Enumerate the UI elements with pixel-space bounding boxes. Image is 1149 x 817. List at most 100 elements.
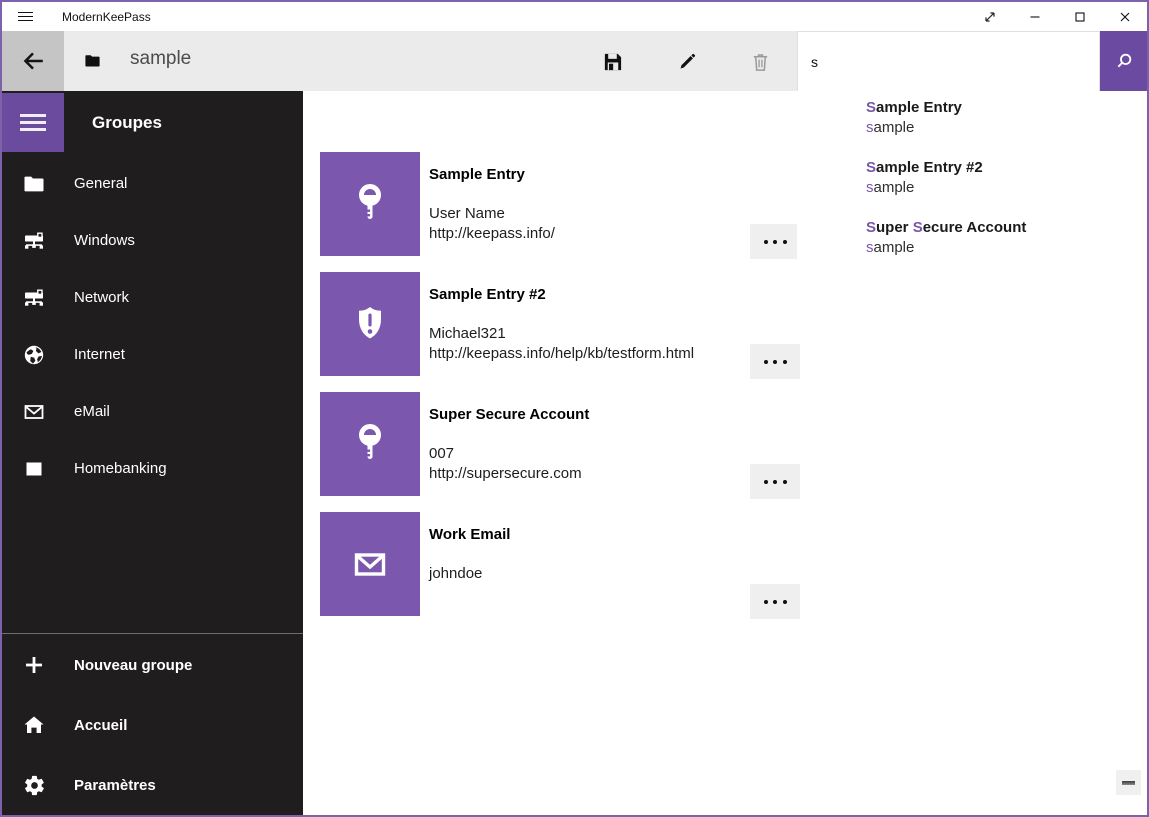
- suggestion-group: sample: [866, 178, 1147, 198]
- settings-button[interactable]: Paramètres: [2, 755, 303, 815]
- entry-url: http://keepass.info/: [429, 224, 745, 244]
- sidebar: Groupes General: [2, 91, 303, 815]
- suggestion-group: sample: [866, 238, 1147, 258]
- hamburger-icon: [18, 9, 33, 24]
- search-box: [797, 31, 1100, 91]
- sidebar-item-network[interactable]: Network: [2, 269, 303, 326]
- search-icon: [1113, 50, 1135, 72]
- entry-text: Sample Entry User Name http://keepass.in…: [429, 152, 745, 244]
- entry-tile: [320, 392, 420, 496]
- page-title: sample: [130, 48, 191, 70]
- fullscreen-button[interactable]: [967, 2, 1012, 31]
- app-window: ModernKeePass: [0, 0, 1149, 817]
- sidebar-item-homebanking[interactable]: Homebanking: [2, 440, 303, 497]
- close-button[interactable]: [1102, 2, 1147, 31]
- database-folder-icon: [84, 53, 101, 73]
- home-icon: [20, 713, 48, 737]
- shield-icon: [346, 300, 394, 348]
- gear-icon: [20, 774, 48, 797]
- app-title: ModernKeePass: [62, 10, 151, 24]
- sidebar-item-label: Network: [74, 289, 129, 306]
- sidebar-divider: [2, 633, 303, 634]
- entry-text: Super Secure Account 007 http://supersec…: [429, 392, 745, 484]
- home-button[interactable]: Accueil: [2, 695, 303, 755]
- key-icon: [346, 420, 394, 468]
- new-group-button[interactable]: Nouveau groupe: [2, 635, 303, 695]
- suggestion-title: Sample Entry #2: [866, 158, 1147, 178]
- globe-icon: [20, 343, 48, 367]
- sidebar-item-label: Nouveau groupe: [74, 657, 192, 674]
- search-suggestion[interactable]: Sample Entry #2 sample: [797, 158, 1147, 218]
- entry-details: 007 http://supersecure.com: [429, 444, 745, 484]
- sidebar-item-label: Homebanking: [74, 460, 167, 477]
- groups-list: General Windows: [2, 155, 303, 497]
- save-button[interactable]: [588, 31, 636, 91]
- entry-row[interactable]: Sample Entry User Name http://keepass.in…: [320, 152, 801, 256]
- back-button[interactable]: [2, 31, 64, 91]
- pencil-icon: [677, 51, 698, 72]
- titlebar-menu-icon[interactable]: [2, 2, 48, 31]
- key-icon: [346, 180, 394, 228]
- sidebar-item-label: Internet: [74, 346, 125, 363]
- network-icon: [20, 229, 48, 253]
- fullscreen-icon: [982, 9, 998, 25]
- network-icon: [20, 286, 48, 310]
- ellipsis-icon: [764, 480, 768, 484]
- entry-username: 007: [429, 444, 745, 464]
- entry-more-button[interactable]: [750, 584, 800, 619]
- sidebar-hamburger-button[interactable]: [2, 93, 64, 152]
- entry-more-button[interactable]: [750, 224, 800, 259]
- sidebar-item-label: Accueil: [74, 717, 127, 734]
- entry-url: http://supersecure.com: [429, 464, 745, 484]
- entry-title: Sample Entry: [429, 152, 745, 184]
- edit-button[interactable]: [663, 31, 711, 91]
- entry-list: Sample Entry User Name http://keepass.in…: [320, 152, 801, 632]
- entry-more-button[interactable]: [750, 344, 800, 379]
- folder-icon: [20, 172, 48, 196]
- entry-row[interactable]: Sample Entry #2 Michael321 http://keepas…: [320, 272, 801, 376]
- sidebar-item-label: eMail: [74, 403, 110, 420]
- entry-text: Sample Entry #2 Michael321 http://keepas…: [429, 272, 745, 364]
- entry-username: User Name: [429, 204, 745, 224]
- search-suggestions-flyout: Sample Entry sample Sample Entry #2 samp…: [797, 91, 1147, 306]
- sidebar-item-windows[interactable]: Windows: [2, 212, 303, 269]
- sidebar-footer: Nouveau groupe Accueil: [2, 633, 303, 815]
- entry-title: Sample Entry #2: [429, 272, 745, 304]
- ellipsis-icon: [764, 600, 768, 604]
- sidebar-header: Groupes: [92, 93, 162, 152]
- suggestion-group: sample: [866, 118, 1147, 138]
- title-bar: ModernKeePass: [2, 2, 1147, 31]
- minus-icon: [1122, 781, 1135, 785]
- entry-row[interactable]: Work Email johndoe: [320, 512, 801, 616]
- zoom-out-button[interactable]: [1116, 770, 1141, 795]
- hamburger-icon: [20, 109, 46, 135]
- delete-button[interactable]: [736, 31, 784, 91]
- mail-icon: [346, 540, 394, 588]
- sidebar-item-email[interactable]: eMail: [2, 383, 303, 440]
- sidebar-item-label: Paramètres: [74, 777, 156, 794]
- maximize-icon: [1072, 9, 1088, 25]
- suggestion-title: Super Secure Account: [866, 218, 1147, 238]
- entry-row[interactable]: Super Secure Account 007 http://supersec…: [320, 392, 801, 496]
- sidebar-item-label: General: [74, 175, 127, 192]
- entry-username: Michael321: [429, 324, 745, 344]
- ellipsis-icon: [764, 240, 768, 244]
- suggestion-title: Sample Entry: [866, 98, 1147, 118]
- sidebar-item-internet[interactable]: Internet: [2, 326, 303, 383]
- sidebar-item-label: Windows: [74, 232, 135, 249]
- entry-text: Work Email johndoe: [429, 512, 745, 584]
- sidebar-item-general[interactable]: General: [2, 155, 303, 212]
- search-suggestion[interactable]: Sample Entry sample: [797, 98, 1147, 158]
- entry-more-button[interactable]: [750, 464, 800, 499]
- minimize-button[interactable]: [1012, 2, 1057, 31]
- maximize-button[interactable]: [1057, 2, 1102, 31]
- search-button[interactable]: [1100, 31, 1147, 91]
- search-suggestion[interactable]: Super Secure Account sample: [797, 218, 1147, 278]
- command-bar: sample: [2, 31, 1147, 91]
- close-icon: [1117, 9, 1133, 25]
- entry-tile: [320, 152, 420, 256]
- plus-icon: [20, 653, 48, 677]
- square-icon: [20, 457, 48, 481]
- search-input[interactable]: [798, 32, 1099, 91]
- back-arrow-icon: [20, 48, 46, 74]
